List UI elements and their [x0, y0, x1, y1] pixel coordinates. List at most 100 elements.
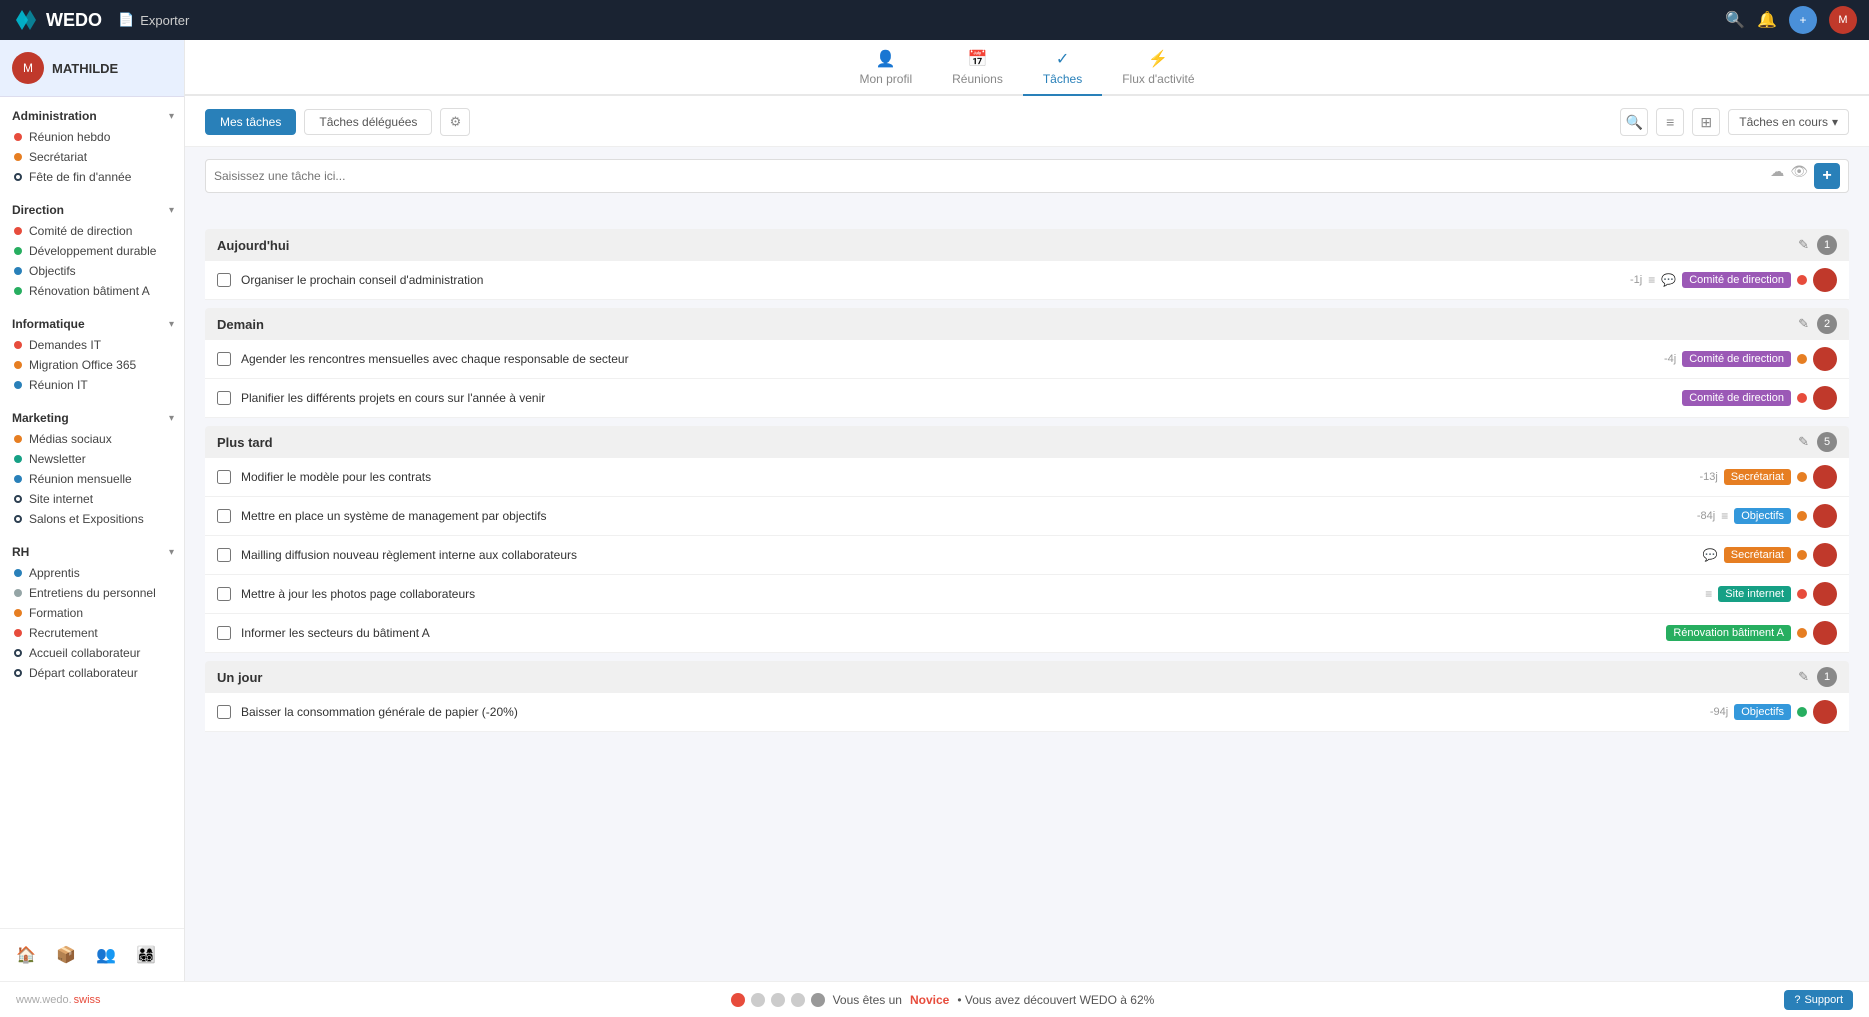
task-checkbox[interactable] — [217, 273, 231, 287]
task-row[interactable]: Mailling diffusion nouveau règlement int… — [205, 536, 1849, 575]
search-icon[interactable]: 🔍 — [1725, 10, 1745, 30]
cloud-icon[interactable]: ☁ — [1770, 163, 1784, 189]
sort-button[interactable]: ≡ — [1656, 108, 1684, 136]
sidebar-item-label: Salons et Expositions — [29, 512, 144, 526]
sidebar-section-title: RH — [12, 545, 29, 559]
task-checkbox[interactable] — [217, 548, 231, 562]
dot-icon — [14, 361, 22, 369]
task-checkbox[interactable] — [217, 352, 231, 366]
task-meta: -4j Comité de direction — [1664, 347, 1837, 371]
task-checkbox[interactable] — [217, 626, 231, 640]
edit-icon[interactable]: ✎ — [1798, 434, 1809, 450]
task-avatar — [1813, 347, 1837, 371]
chevron-down-icon: ▾ — [169, 413, 174, 424]
sidebar-item-migration-office-365[interactable]: Migration Office 365 — [0, 355, 184, 375]
grid-button[interactable]: ⊞ — [1692, 108, 1720, 136]
sidebar-section-header[interactable]: Direction▾ — [0, 199, 184, 221]
sidebar-item-départ-collaborateur[interactable]: Départ collaborateur — [0, 663, 184, 683]
task-checkbox[interactable] — [217, 587, 231, 601]
bell-icon[interactable]: 🔔 — [1757, 10, 1777, 30]
taches-deleguees-button[interactable]: Tâches déléguées — [304, 109, 432, 135]
tab-flux-label: Flux d'activité — [1122, 72, 1194, 86]
tab-taches[interactable]: ✓ Tâches — [1023, 41, 1102, 96]
user-avatar-topbar[interactable]: M — [1829, 6, 1857, 34]
sidebar-icon-users[interactable]: 👥 — [90, 939, 122, 971]
tab-profil-label: Mon profil — [859, 72, 912, 86]
sidebar-icon-home[interactable]: 🏠 — [10, 939, 42, 971]
edit-icon[interactable]: ✎ — [1798, 316, 1809, 332]
task-text: Informer les secteurs du bâtiment A — [241, 626, 1656, 640]
sidebar-item-label: Entretiens du personnel — [29, 586, 156, 600]
sidebar-item-site-internet[interactable]: Site internet — [0, 489, 184, 509]
sidebar-section-header[interactable]: Informatique▾ — [0, 313, 184, 335]
status-dropdown[interactable]: Tâches en cours ▾ — [1728, 109, 1849, 135]
dot-icon — [14, 669, 22, 677]
task-checkbox[interactable] — [217, 509, 231, 523]
status-center: Vous êtes un Novice • Vous avez découver… — [731, 993, 1155, 1007]
task-row[interactable]: Baisser la consommation générale de papi… — [205, 693, 1849, 732]
add-task-button[interactable]: + — [1814, 163, 1840, 189]
sidebar-item-newsletter[interactable]: Newsletter — [0, 449, 184, 469]
reunions-icon: 📅 — [968, 49, 988, 69]
sidebar-item-salons-et-expositions[interactable]: Salons et Expositions — [0, 509, 184, 529]
search-toggle-button[interactable]: 🔍 — [1620, 108, 1648, 136]
tab-profil[interactable]: 👤 Mon profil — [839, 41, 932, 96]
task-row[interactable]: Mettre à jour les photos page collaborat… — [205, 575, 1849, 614]
sidebar-item-demandes-it[interactable]: Demandes IT — [0, 335, 184, 355]
task-checkbox[interactable] — [217, 470, 231, 484]
add-button[interactable]: + — [1789, 6, 1817, 34]
task-row[interactable]: Modifier le modèle pour les contrats -13… — [205, 458, 1849, 497]
sidebar-item-médias-sociaux[interactable]: Médias sociaux — [0, 429, 184, 449]
sidebar-item-label: Recrutement — [29, 626, 98, 640]
task-meta: -1j≡💬 Comité de direction — [1630, 268, 1837, 292]
task-tag: Site internet — [1718, 586, 1791, 602]
sidebar-item-réunion-hebdo[interactable]: Réunion hebdo — [0, 127, 184, 147]
search-input[interactable] — [214, 169, 1770, 183]
export-button[interactable]: 📄 Exporter — [118, 12, 189, 28]
sidebar-item-secrétariat[interactable]: Secrétariat — [0, 147, 184, 167]
topbar-left: WEDO 📄 Exporter — [12, 6, 189, 34]
sidebar-item-rénovation-bâtiment-a[interactable]: Rénovation bâtiment A — [0, 281, 184, 301]
task-avatar — [1813, 621, 1837, 645]
tab-flux[interactable]: ⚡ Flux d'activité — [1102, 41, 1214, 96]
sidebar-item-apprentis[interactable]: Apprentis — [0, 563, 184, 583]
eye-icon[interactable]: 👁 — [1790, 163, 1808, 189]
sidebar-item-comité-de-direction[interactable]: Comité de direction — [0, 221, 184, 241]
sidebar-section-header[interactable]: Administration▾ — [0, 105, 184, 127]
section-count: 5 — [1817, 432, 1837, 452]
sidebar-item-label: Réunion mensuelle — [29, 472, 132, 486]
sidebar-item-fête-de-fin-d'année[interactable]: Fête de fin d'année — [0, 167, 184, 187]
sidebar-section-header[interactable]: Marketing▾ — [0, 407, 184, 429]
dot-icon — [14, 287, 22, 295]
list-icon: ≡ — [1721, 509, 1728, 523]
task-checkbox[interactable] — [217, 391, 231, 405]
task-row[interactable]: Informer les secteurs du bâtiment A Réno… — [205, 614, 1849, 653]
progress-circle-1 — [731, 993, 745, 1007]
sidebar-item-réunion-mensuelle[interactable]: Réunion mensuelle — [0, 469, 184, 489]
task-row[interactable]: Mettre en place un système de management… — [205, 497, 1849, 536]
task-text: Mailling diffusion nouveau règlement int… — [241, 548, 1693, 562]
task-row[interactable]: Organiser le prochain conseil d'administ… — [205, 261, 1849, 300]
task-checkbox[interactable] — [217, 705, 231, 719]
main-layout: M MATHILDE Administration▾Réunion hebdoS… — [0, 40, 1869, 981]
sidebar-item-réunion-it[interactable]: Réunion IT — [0, 375, 184, 395]
sidebar-item-objectifs[interactable]: Objectifs — [0, 261, 184, 281]
sidebar-section-header[interactable]: RH▾ — [0, 541, 184, 563]
sidebar-item-accueil-collaborateur[interactable]: Accueil collaborateur — [0, 643, 184, 663]
support-button[interactable]: ? Support — [1784, 990, 1853, 1010]
sidebar-icon-group[interactable]: 👨‍👩‍👧‍👦 — [130, 939, 162, 971]
sidebar-icon-archive[interactable]: 📦 — [50, 939, 82, 971]
mes-taches-button[interactable]: Mes tâches — [205, 109, 296, 135]
sidebar-item-entretiens-du-personnel[interactable]: Entretiens du personnel — [0, 583, 184, 603]
tab-reunions[interactable]: 📅 Réunions — [932, 41, 1023, 96]
task-row[interactable]: Planifier les différents projets en cour… — [205, 379, 1849, 418]
edit-icon[interactable]: ✎ — [1798, 237, 1809, 253]
sidebar-item-label: Médias sociaux — [29, 432, 112, 446]
chevron-down-icon: ▾ — [169, 319, 174, 330]
sidebar-item-développement-durable[interactable]: Développement durable — [0, 241, 184, 261]
sidebar-item-recrutement[interactable]: Recrutement — [0, 623, 184, 643]
filter-button[interactable]: ⚙ — [440, 108, 470, 136]
task-row[interactable]: Agender les rencontres mensuelles avec c… — [205, 340, 1849, 379]
sidebar-item-formation[interactable]: Formation — [0, 603, 184, 623]
edit-icon[interactable]: ✎ — [1798, 669, 1809, 685]
